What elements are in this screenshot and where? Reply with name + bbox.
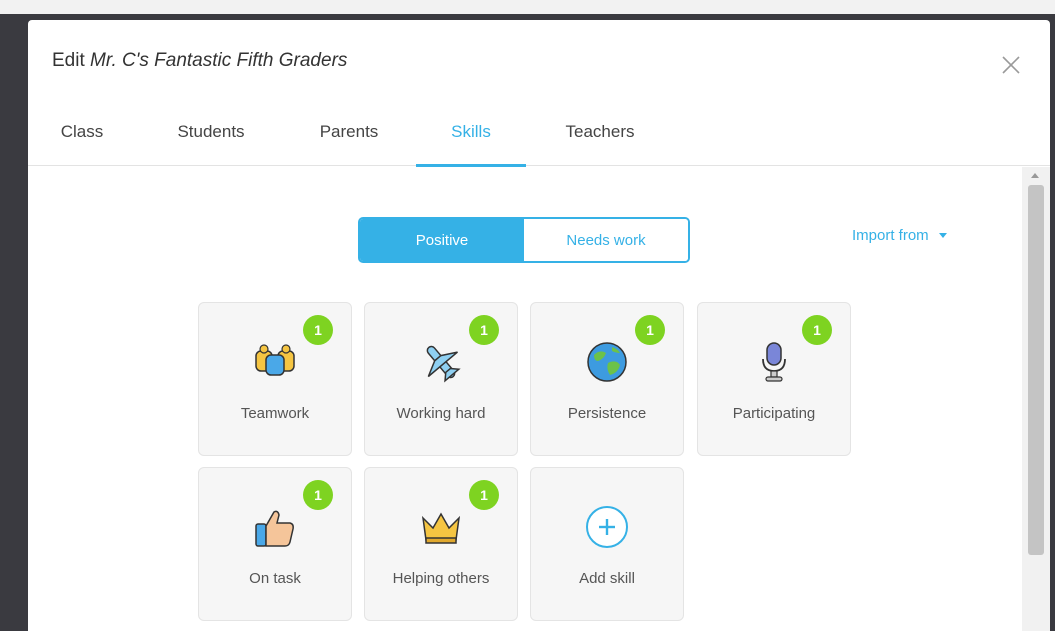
positive-toggle-button[interactable]: Positive: [360, 219, 524, 261]
close-icon: [1002, 56, 1020, 74]
tab-parents[interactable]: Parents: [312, 110, 386, 166]
scrollbar-thumb[interactable]: [1028, 185, 1044, 555]
modal-header: Edit Mr. C's Fantastic Fifth Graders: [28, 20, 1050, 110]
skill-points-badge: 1: [303, 480, 333, 510]
skill-points-badge: 1: [469, 480, 499, 510]
skill-points-badge: 1: [469, 315, 499, 345]
skill-label: On task: [249, 570, 301, 587]
thumbs-up-icon: [252, 504, 298, 550]
skill-card-persistence[interactable]: 1 Persistence: [530, 302, 684, 456]
modal-class-name: Mr. C's Fantastic Fifth Graders: [90, 50, 348, 71]
positive-needs-work-toggle: Positive Needs work: [358, 217, 690, 263]
skill-label: Helping others: [392, 570, 490, 587]
skill-points-badge: 1: [635, 315, 665, 345]
background-app-strip: [0, 0, 1055, 14]
airplane-icon: [418, 339, 464, 385]
microphone-icon: [751, 339, 797, 385]
skill-card-helping-others[interactable]: 1 Helping others: [364, 467, 518, 621]
tab-teachers[interactable]: Teachers: [558, 110, 642, 166]
crown-icon: [418, 504, 464, 550]
skill-points-badge: 1: [802, 315, 832, 345]
scroll-up-arrow-icon[interactable]: [1031, 173, 1039, 178]
skills-panel: Positive Needs work Import from 1 Teamwo…: [28, 167, 1022, 631]
add-skill-button[interactable]: Add skill: [530, 467, 684, 621]
tab-class[interactable]: Class: [56, 110, 108, 166]
skill-label: Persistence: [567, 405, 647, 422]
skill-card-teamwork[interactable]: 1 Teamwork: [198, 302, 352, 456]
import-from-dropdown[interactable]: Import from: [852, 227, 947, 244]
import-from-label: Import from: [852, 227, 929, 244]
teamwork-icon: [252, 339, 298, 385]
modal-title: Edit Mr. C's Fantastic Fifth Graders: [52, 50, 347, 72]
vertical-scrollbar[interactable]: [1022, 167, 1050, 631]
add-skill-label: Add skill: [579, 570, 635, 587]
chevron-down-icon: [938, 233, 947, 238]
skill-label: Working hard: [396, 405, 486, 422]
skill-label: Participating: [732, 405, 816, 422]
skill-label: Teamwork: [240, 405, 310, 422]
tab-skills[interactable]: Skills: [416, 110, 526, 167]
modal-title-prefix: Edit: [52, 50, 85, 71]
skill-card-working-hard[interactable]: 1 Working hard: [364, 302, 518, 456]
skill-card-participating[interactable]: 1 Participating: [697, 302, 851, 456]
tab-students[interactable]: Students: [168, 110, 254, 166]
tab-bar: Class Students Parents Skills Teachers: [28, 110, 1050, 167]
needs-work-toggle-button[interactable]: Needs work: [524, 219, 688, 261]
add-circle-icon: [584, 504, 630, 550]
close-button[interactable]: [1000, 54, 1022, 76]
globe-icon: [584, 339, 630, 385]
skill-card-on-task[interactable]: 1 On task: [198, 467, 352, 621]
edit-class-modal: Edit Mr. C's Fantastic Fifth Graders Cla…: [28, 20, 1050, 631]
skill-points-badge: 1: [303, 315, 333, 345]
